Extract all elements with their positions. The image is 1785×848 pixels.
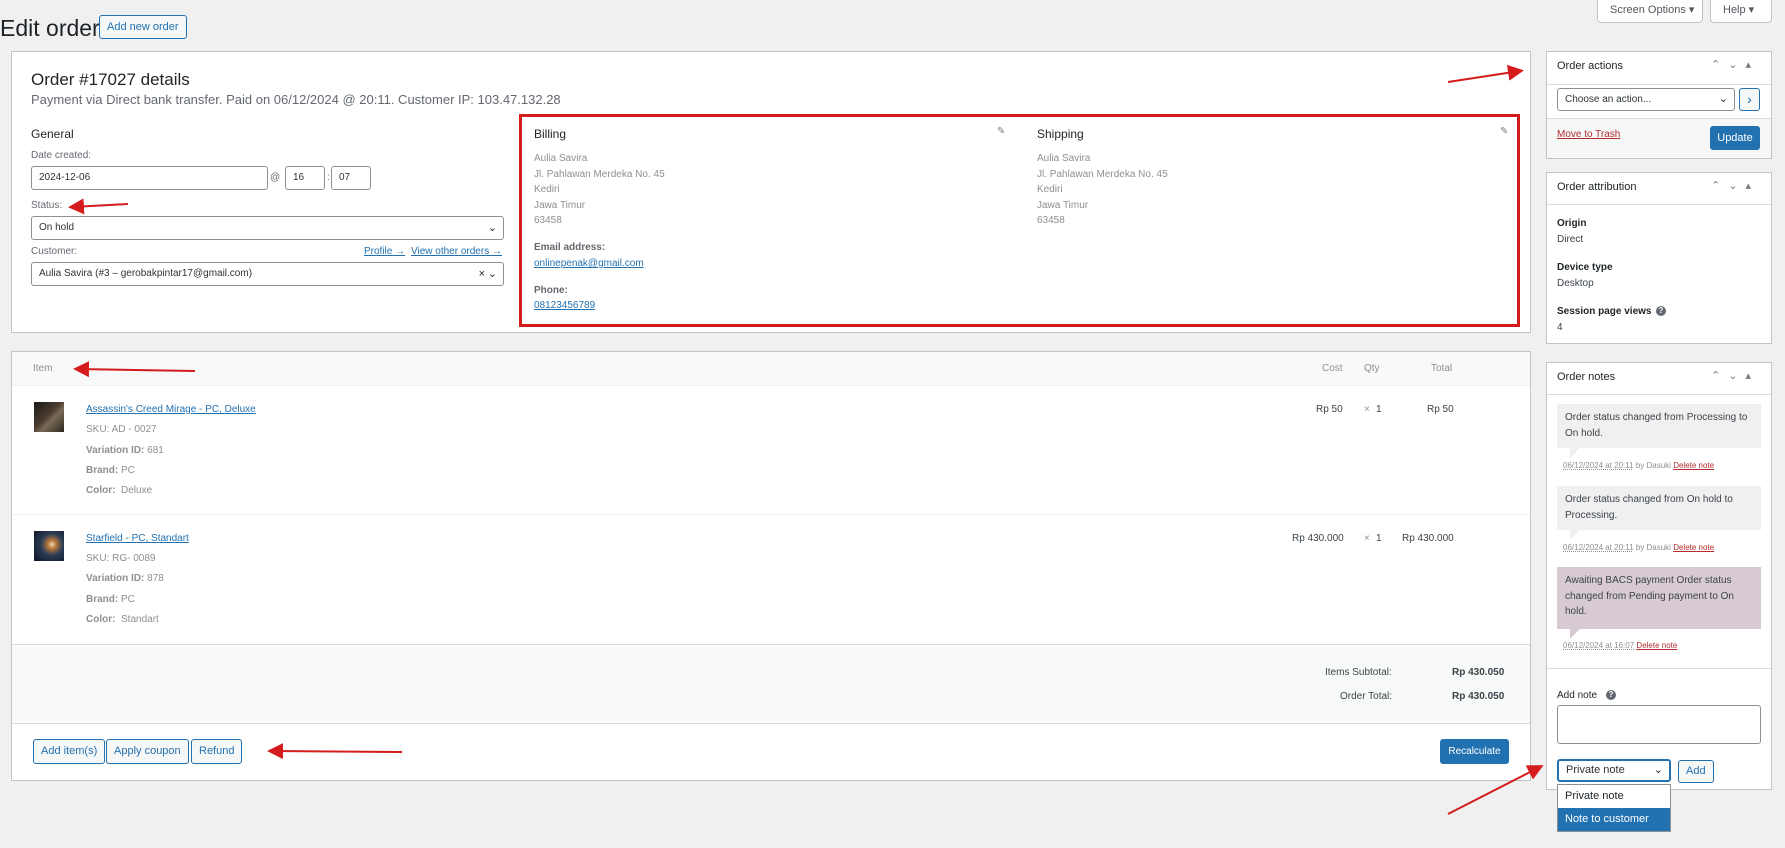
annotation-arrows bbox=[68, 64, 1544, 815]
arrow-to-note-type bbox=[1447, 765, 1544, 815]
arrow-to-order-actions bbox=[1447, 64, 1524, 83]
arrow-to-action-buttons bbox=[267, 743, 403, 760]
arrow-to-item-header bbox=[73, 361, 196, 378]
arrow-to-status bbox=[68, 198, 129, 215]
